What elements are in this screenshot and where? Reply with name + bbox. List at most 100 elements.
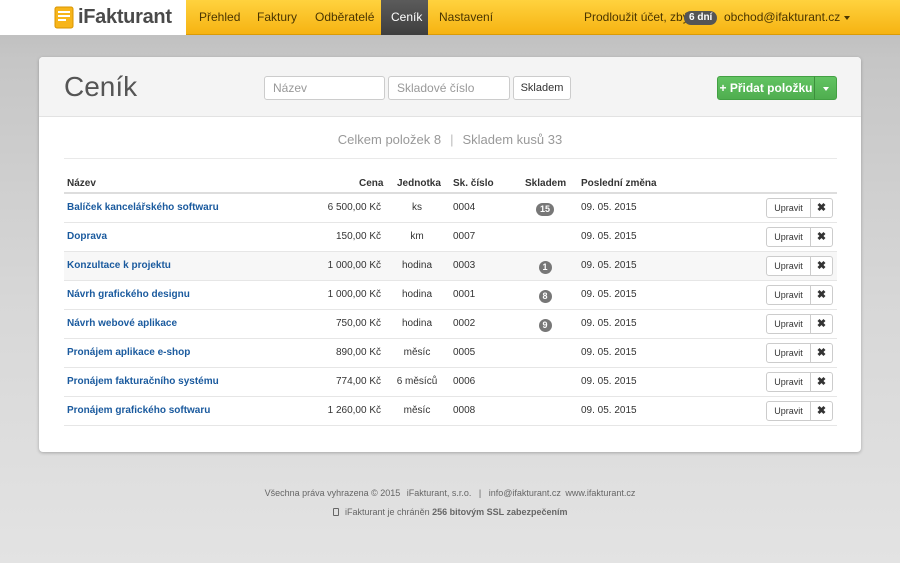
item-price: 750,00 Kč: [335, 318, 381, 329]
item-code: 0006: [453, 376, 476, 387]
pricelist-panel: Ceník Skladem + Přidat položku Celkem po…: [39, 57, 861, 452]
stock-units-text: Skladem kusů 33: [462, 132, 563, 147]
nav-prehled[interactable]: Přehled: [189, 0, 250, 35]
delete-icon[interactable]: ✖: [810, 314, 833, 334]
search-name-input[interactable]: [264, 76, 385, 100]
item-price: 1 260,00 Kč: [327, 405, 381, 416]
item-last-change: 09. 05. 2015: [581, 202, 637, 213]
account-menu[interactable]: obchod@ifakturant.cz: [724, 0, 851, 35]
item-unit: ks: [412, 202, 422, 213]
item-name-link[interactable]: Pronájem aplikace e-shop: [67, 339, 190, 367]
page-title: Ceník: [64, 71, 138, 102]
item-unit: měsíc: [403, 347, 431, 358]
item-last-change: 09. 05. 2015: [581, 260, 637, 271]
col-header-stock[interactable]: Skladem: [525, 178, 566, 189]
delete-icon[interactable]: ✖: [810, 401, 833, 421]
edit-button[interactable]: Upravit: [766, 198, 811, 218]
item-name-link[interactable]: Pronájem grafického softwaru: [67, 397, 210, 425]
delete-icon[interactable]: ✖: [810, 198, 833, 218]
item-price: 1 000,00 Kč: [327, 289, 381, 300]
col-header-last-change[interactable]: Poslední změna: [581, 178, 657, 189]
table-row: Doprava 150,00 Kč km 0007 09. 05. 2015 Upravi…: [64, 223, 837, 252]
edit-button[interactable]: Upravit: [766, 401, 811, 421]
chevron-down-icon: [844, 15, 851, 20]
lock-icon: [332, 508, 339, 516]
item-code: 0007: [453, 231, 476, 242]
divider: [64, 158, 837, 159]
item-last-change: 09. 05. 2015: [581, 318, 637, 329]
item-unit: 6 měsíců: [396, 376, 438, 387]
top-navbar: iFakturant Přehled Faktury Odběratelé Ce…: [0, 0, 900, 35]
footer-rights: Všechna práva vyhrazena © 2015: [264, 488, 401, 498]
chevron-down-icon: [823, 87, 829, 91]
edit-button[interactable]: Upravit: [766, 256, 811, 276]
item-unit: hodina: [401, 318, 433, 329]
brand-name: iFakturant: [78, 6, 172, 28]
nav-odberatele[interactable]: Odběratelé: [305, 0, 384, 35]
edit-button[interactable]: Upravit: [766, 314, 811, 334]
item-name-link[interactable]: Doprava: [67, 223, 107, 251]
item-last-change: 09. 05. 2015: [581, 347, 637, 358]
delete-icon[interactable]: ✖: [810, 372, 833, 392]
item-last-change: 09. 05. 2015: [581, 289, 637, 300]
col-header-unit[interactable]: Jednotka: [397, 178, 441, 189]
search-code-input[interactable]: [388, 76, 510, 100]
edit-button[interactable]: Upravit: [766, 285, 811, 305]
stock-badge: 15: [536, 203, 555, 216]
item-price: 6 500,00 Kč: [327, 202, 381, 213]
footer-ssl: iFakturant je chráněn 256 bitovým SSL za…: [0, 507, 900, 517]
item-unit: km: [410, 231, 424, 242]
col-header-code[interactable]: Sk. číslo: [453, 178, 494, 189]
table-row: Balíček kancelářského softwaru 6 500,00 K…: [64, 194, 837, 223]
pricelist-summary: Celkem položek 8 | Skladem kusů 33: [39, 132, 861, 147]
nav-faktury[interactable]: Faktury: [247, 0, 307, 35]
edit-button[interactable]: Upravit: [766, 227, 811, 247]
delete-icon[interactable]: ✖: [810, 343, 833, 363]
edit-button[interactable]: Upravit: [766, 372, 811, 392]
item-price: 150,00 Kč: [335, 231, 381, 242]
table-row: Konzultace k projektu 1 000,00 Kč hodina 00…: [64, 252, 837, 281]
item-price: 774,00 Kč: [335, 376, 381, 387]
nav-cenik[interactable]: Ceník: [381, 0, 428, 35]
col-header-price[interactable]: Cena: [359, 178, 383, 189]
table-row: Návrh webové aplikace 750,00 Kč hodina 0002…: [64, 310, 837, 339]
edit-button[interactable]: Upravit: [766, 343, 811, 363]
stock-badge: 9: [538, 319, 552, 332]
footer-email-link[interactable]: info@ifakturant.cz: [489, 488, 561, 498]
invoice-logo-icon: [54, 6, 74, 29]
plus-icon: +: [719, 81, 727, 95]
item-price: 1 000,00 Kč: [327, 260, 381, 271]
delete-icon[interactable]: ✖: [810, 256, 833, 276]
item-code: 0002: [453, 318, 476, 329]
add-item-dropdown-toggle[interactable]: [814, 76, 837, 100]
nav-nastaveni[interactable]: Nastavení: [429, 0, 503, 35]
delete-icon[interactable]: ✖: [810, 227, 833, 247]
item-name-link[interactable]: Návrh grafického designu: [67, 281, 190, 309]
footer-links: Všechna práva vyhrazena © 2015 iFakturan…: [264, 488, 636, 498]
ssl-text: iFakturant je chráněn: [345, 507, 430, 517]
item-name-link[interactable]: Pronájem fakturačního systému: [67, 368, 219, 396]
item-code: 0004: [453, 202, 476, 213]
item-unit: hodina: [401, 289, 433, 300]
add-item-button[interactable]: + Přidat položku: [717, 76, 815, 100]
panel-header: Ceník Skladem + Přidat položku: [39, 57, 861, 117]
table-row: Pronájem grafického softwaru 1 260,00 Kč m…: [64, 397, 837, 426]
item-name-link[interactable]: Balíček kancelářského softwaru: [67, 194, 219, 222]
brand[interactable]: iFakturant: [0, 0, 186, 35]
item-code: 0001: [453, 289, 476, 300]
footer-website-link[interactable]: www.ifakturant.cz: [565, 488, 635, 498]
stock-filter-button[interactable]: Skladem: [513, 76, 571, 100]
item-last-change: 09. 05. 2015: [581, 231, 637, 242]
add-item-label: Přidat položku: [729, 81, 813, 95]
col-header-name[interactable]: Název: [67, 178, 96, 189]
stock-badge: 1: [538, 261, 552, 274]
item-name-link[interactable]: Návrh webové aplikace: [67, 310, 177, 338]
account-email: obchod@ifakturant.cz: [724, 10, 841, 24]
table-row: Návrh grafického designu 1 000,00 Kč hodin…: [64, 281, 837, 310]
item-code: 0008: [453, 405, 476, 416]
item-code: 0003: [453, 260, 476, 271]
item-name-link[interactable]: Konzultace k projektu: [67, 252, 171, 280]
footer-company: iFakturant, s.r.o.: [406, 488, 472, 498]
delete-icon[interactable]: ✖: [810, 285, 833, 305]
item-code: 0005: [453, 347, 476, 358]
